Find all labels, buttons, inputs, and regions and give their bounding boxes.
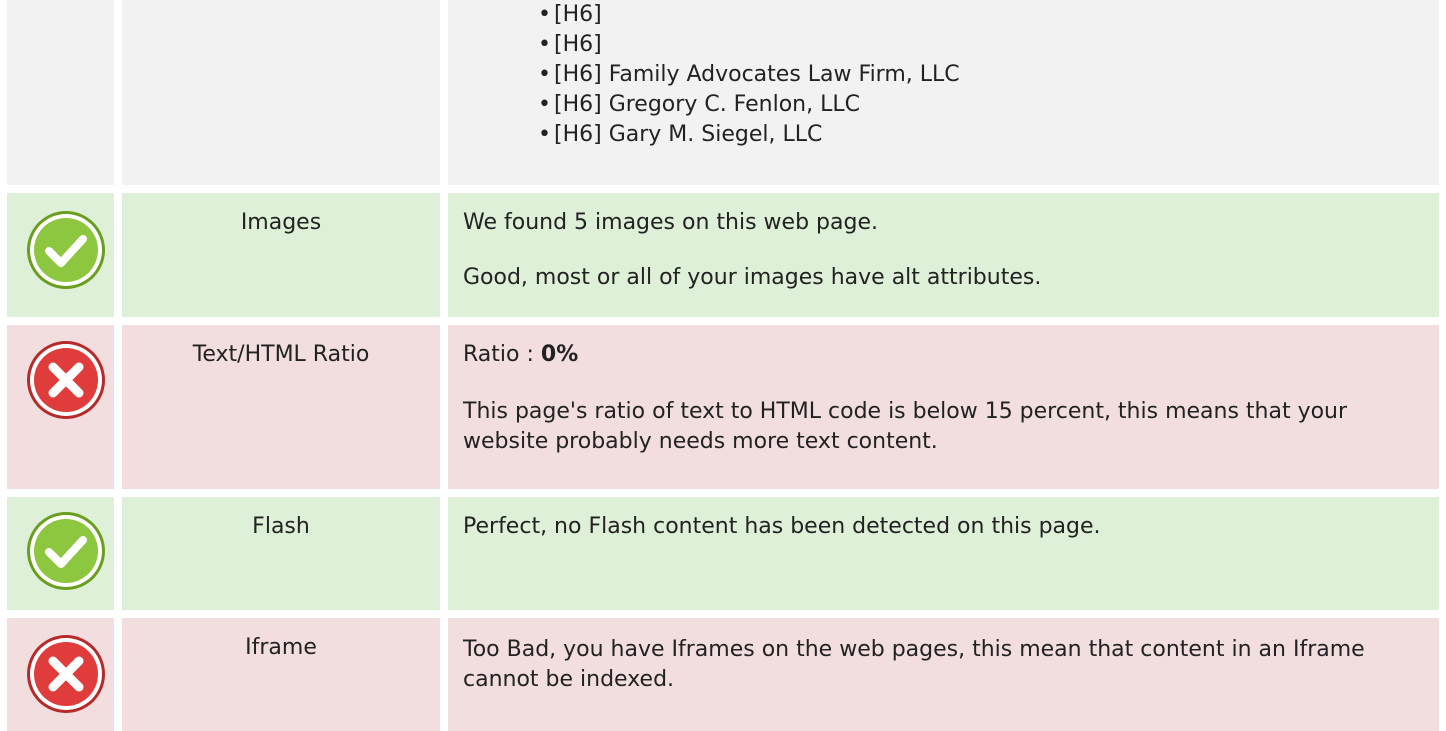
status-cell	[7, 193, 114, 317]
headings-row: [H6] [H6] [H6] Family Advocates Law Firm…	[0, 0, 1446, 185]
images-count-text: We found 5 images on this web page.	[463, 210, 878, 235]
images-alt-text: Good, most or all of your images have al…	[463, 265, 1042, 290]
images-row: Images We found 5 images on this web pag…	[0, 193, 1446, 317]
status-cell	[7, 497, 114, 610]
status-cell	[7, 0, 114, 185]
check-label: Flash	[252, 514, 310, 539]
flash-note: Perfect, no Flash content has been detec…	[463, 514, 1101, 539]
h6-list: [H6] [H6] [H6] Family Advocates Law Firm…	[538, 0, 960, 150]
iframe-row: Iframe Too Bad, you have Iframes on the …	[0, 618, 1446, 731]
check-circle-icon	[27, 512, 105, 590]
content-cell: Perfect, no Flash content has been detec…	[448, 497, 1439, 610]
list-item: [H6]	[538, 0, 960, 30]
status-cell	[7, 618, 114, 731]
list-item: [H6] Gregory C. Fenlon, LLC	[538, 90, 960, 120]
ratio-prefix: Ratio :	[463, 342, 541, 367]
text-html-ratio-row: Text/HTML Ratio Ratio : 0% This page's r…	[0, 325, 1446, 489]
status-cell	[7, 325, 114, 489]
label-cell: Iframe	[122, 618, 440, 731]
check-label: Iframe	[245, 635, 317, 660]
ratio-line: Ratio : 0%	[463, 342, 1409, 367]
label-cell: Flash	[122, 497, 440, 610]
check-label: Text/HTML Ratio	[192, 342, 370, 367]
iframe-note: Too Bad, you have Iframes on the web pag…	[463, 637, 1365, 692]
x-circle-icon	[27, 635, 105, 713]
check-circle-icon	[27, 211, 105, 289]
ratio-value: 0%	[540, 342, 579, 367]
content-cell: We found 5 images on this web page. Good…	[448, 193, 1439, 317]
flash-row: Flash Perfect, no Flash content has been…	[0, 497, 1446, 610]
content-cell: [H6] [H6] [H6] Family Advocates Law Firm…	[448, 0, 1439, 185]
label-cell: Images	[122, 193, 440, 317]
content-cell: Too Bad, you have Iframes on the web pag…	[448, 618, 1439, 731]
list-item: [H6]	[538, 30, 960, 60]
ratio-note: This page's ratio of text to HTML code i…	[463, 399, 1348, 454]
x-circle-icon	[27, 341, 105, 419]
label-cell: Text/HTML Ratio	[122, 325, 440, 489]
list-item: [H6] Family Advocates Law Firm, LLC	[538, 60, 960, 90]
label-cell	[122, 0, 440, 185]
check-label: Images	[240, 210, 322, 235]
list-item: [H6] Gary M. Siegel, LLC	[538, 120, 960, 150]
content-cell: Ratio : 0% This page's ratio of text to …	[448, 325, 1439, 489]
